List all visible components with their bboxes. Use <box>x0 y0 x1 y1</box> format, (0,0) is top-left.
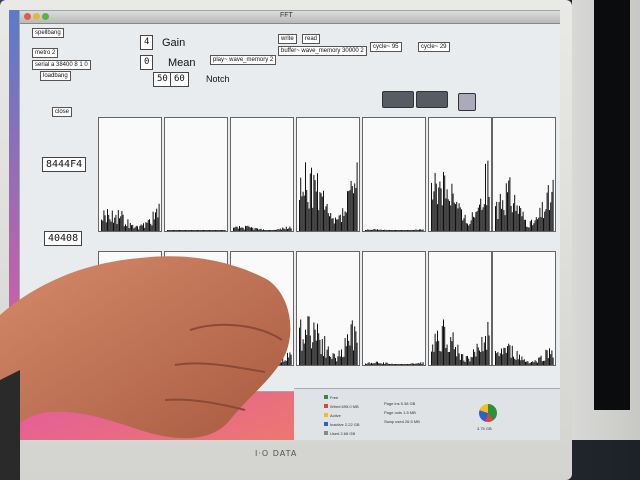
fist-photo <box>0 256 291 480</box>
